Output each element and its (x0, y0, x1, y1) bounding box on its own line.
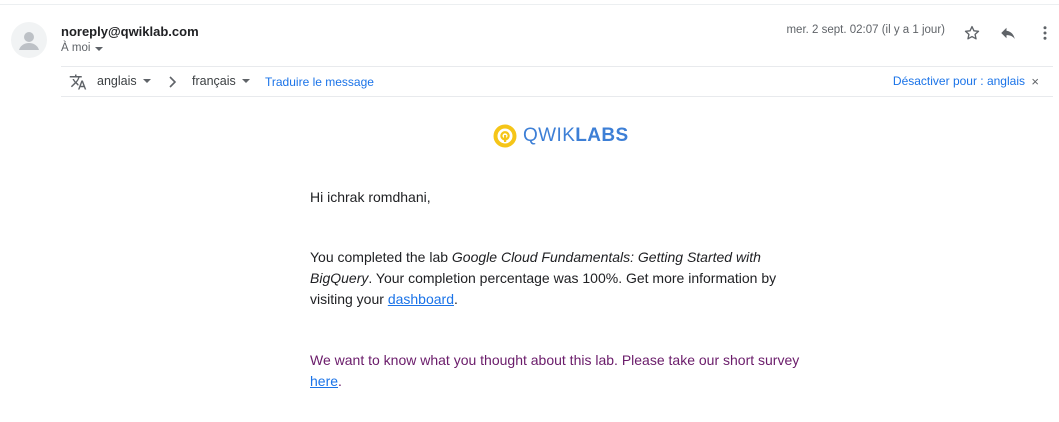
email-view: noreply@qwiklab.com À moi mer. 2 sept. 0… (0, 0, 1059, 422)
logo-text-labs: LABS (575, 125, 629, 146)
translation-bar: anglais français Traduire le message Dés… (61, 66, 1053, 97)
source-language-label: anglais (97, 74, 137, 88)
sender-avatar[interactable] (11, 22, 47, 58)
disable-translation-link[interactable]: Désactiver pour : anglais (893, 74, 1025, 88)
chevron-right-icon (167, 75, 179, 94)
chevron-down-icon (241, 79, 250, 83)
recipient-toggle[interactable]: À moi (61, 42, 104, 54)
completion-text-2: . Your completion percentage was 100%. G… (310, 270, 777, 307)
dashboard-link[interactable]: dashboard (388, 291, 454, 307)
source-language-select[interactable]: anglais (97, 74, 151, 88)
reply-icon (1001, 27, 1015, 39)
target-language-label: français (192, 74, 236, 88)
more-options-button[interactable] (1034, 22, 1056, 44)
survey-text: We want to know what you thought about t… (310, 352, 800, 368)
greeting: Hi ichrak romdhani, (310, 189, 431, 205)
close-icon[interactable]: × (1031, 75, 1039, 89)
sender-address: noreply@qwiklab.com (61, 24, 199, 39)
completion-text: You completed the lab (310, 249, 452, 265)
chevron-down-icon (95, 46, 104, 51)
more-vert-icon (1043, 26, 1047, 40)
star-icon (964, 25, 980, 40)
person-icon (19, 32, 39, 50)
survey-end: . (338, 373, 342, 389)
survey-paragraph: We want to know what you thought about t… (310, 350, 800, 392)
translate-icon (69, 73, 87, 96)
completion-paragraph: You completed the lab Google Cloud Funda… (310, 247, 800, 310)
target-language-select[interactable]: français (192, 74, 250, 88)
star-button[interactable] (961, 22, 983, 44)
survey-link[interactable]: here (310, 373, 338, 389)
recipient-label: À moi (61, 42, 91, 54)
qwiklabs-logo-icon (493, 124, 517, 148)
qwiklabs-logo: QWIKLABS (493, 124, 629, 148)
completion-end: . (453, 291, 458, 307)
logo-text-qwik: QWIK (523, 125, 576, 146)
translate-message-link[interactable]: Traduire le message (265, 75, 374, 89)
top-divider (0, 4, 1059, 5)
reply-button[interactable] (997, 22, 1019, 44)
message-date: mer. 2 sept. 02:07 (il y a 1 jour) (786, 24, 945, 36)
chevron-down-icon (142, 79, 151, 83)
